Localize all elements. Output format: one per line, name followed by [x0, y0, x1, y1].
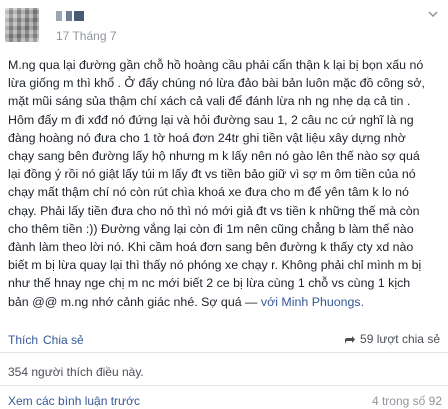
post-line: như thế hnay nge chị m nc mới biết 2 ce …: [8, 276, 411, 291]
action-separator: ·: [35, 333, 39, 347]
post-line: đàng hoàng nó đưa cho 1 tờ hoá đơn 24tr …: [8, 130, 406, 145]
avatar[interactable]: [5, 8, 39, 42]
chevron-down-icon[interactable]: [426, 7, 440, 21]
post-text: M.ng qua lại đường gần chỗ hồ hoàng cầu …: [8, 56, 444, 311]
post-line-last: bản @@ m.ng nhớ cảnh giác nhé. Sợ quá — …: [8, 293, 444, 311]
divider: [0, 385, 448, 386]
post-line: chạy sang bên đường lấy hộ nhưng m k lấy…: [8, 149, 420, 164]
shares-count-link[interactable]: 59 lượt chia sẻ: [344, 332, 440, 346]
post-line: lại đồng ý rồi nó giật lấy túi m lấy đt …: [8, 167, 416, 182]
like-button[interactable]: Thích: [8, 333, 38, 347]
comments-count: 4 trong số 92: [371, 394, 442, 408]
divider: [0, 352, 448, 353]
post-line: cho thêm tiền :)) Đường vắng lại còn đi …: [8, 221, 414, 236]
post-line-last-text: bản @@ m.ng nhớ cảnh giác nhé. Sợ quá —: [8, 294, 261, 309]
shares-count: 59 lượt chia sẻ: [360, 332, 440, 346]
likes-count[interactable]: 354 người thích điều này.: [8, 365, 144, 379]
post-line: lừa giống m thì khổ . Ở đấy chúng nó lừa…: [8, 76, 425, 91]
post-line: M.ng qua lại đường gần chỗ hồ hoàng cầu …: [8, 58, 424, 72]
post-line: Hôm đấy m đi xđđ nó đứng lại và hỏi đườn…: [8, 112, 414, 127]
comments-summary: Xem các bình luận trước 4 trong số 92: [0, 390, 448, 409]
share-button[interactable]: Chia sẻ: [43, 333, 84, 347]
post-line: chạy. Phải lấy tiền đưa cho nó thì nó mớ…: [8, 203, 420, 218]
view-previous-comments-link[interactable]: Xem các bình luận trước: [8, 394, 140, 408]
share-icon: [344, 334, 356, 344]
post-line: chạy mất thậm chí nó còn rút chìa khoá x…: [8, 185, 409, 200]
post-line: đành làm theo lời nó. Khi cầm hoá đơn sa…: [8, 240, 414, 255]
author-name-redacted[interactable]: [56, 11, 84, 21]
likes-summary: 354 người thích điều này.: [0, 360, 448, 382]
post-line: biết m bị lừa quay lại thì thấy nó phóng…: [8, 258, 422, 273]
tagged-friend-link[interactable]: với Minh Phuongs.: [261, 295, 364, 309]
post-actions: Thích · Chia sẻ 59 lượt chia sẻ: [0, 331, 448, 349]
facebook-post: 17 Tháng 7 M.ng qua lại đường gần chỗ hồ…: [0, 0, 448, 409]
post-date[interactable]: 17 Tháng 7: [56, 29, 117, 43]
post-header: 17 Tháng 7: [0, 0, 448, 50]
post-line: mặt mũi sáng sủa thậm chí xách cả vali đ…: [8, 94, 411, 109]
